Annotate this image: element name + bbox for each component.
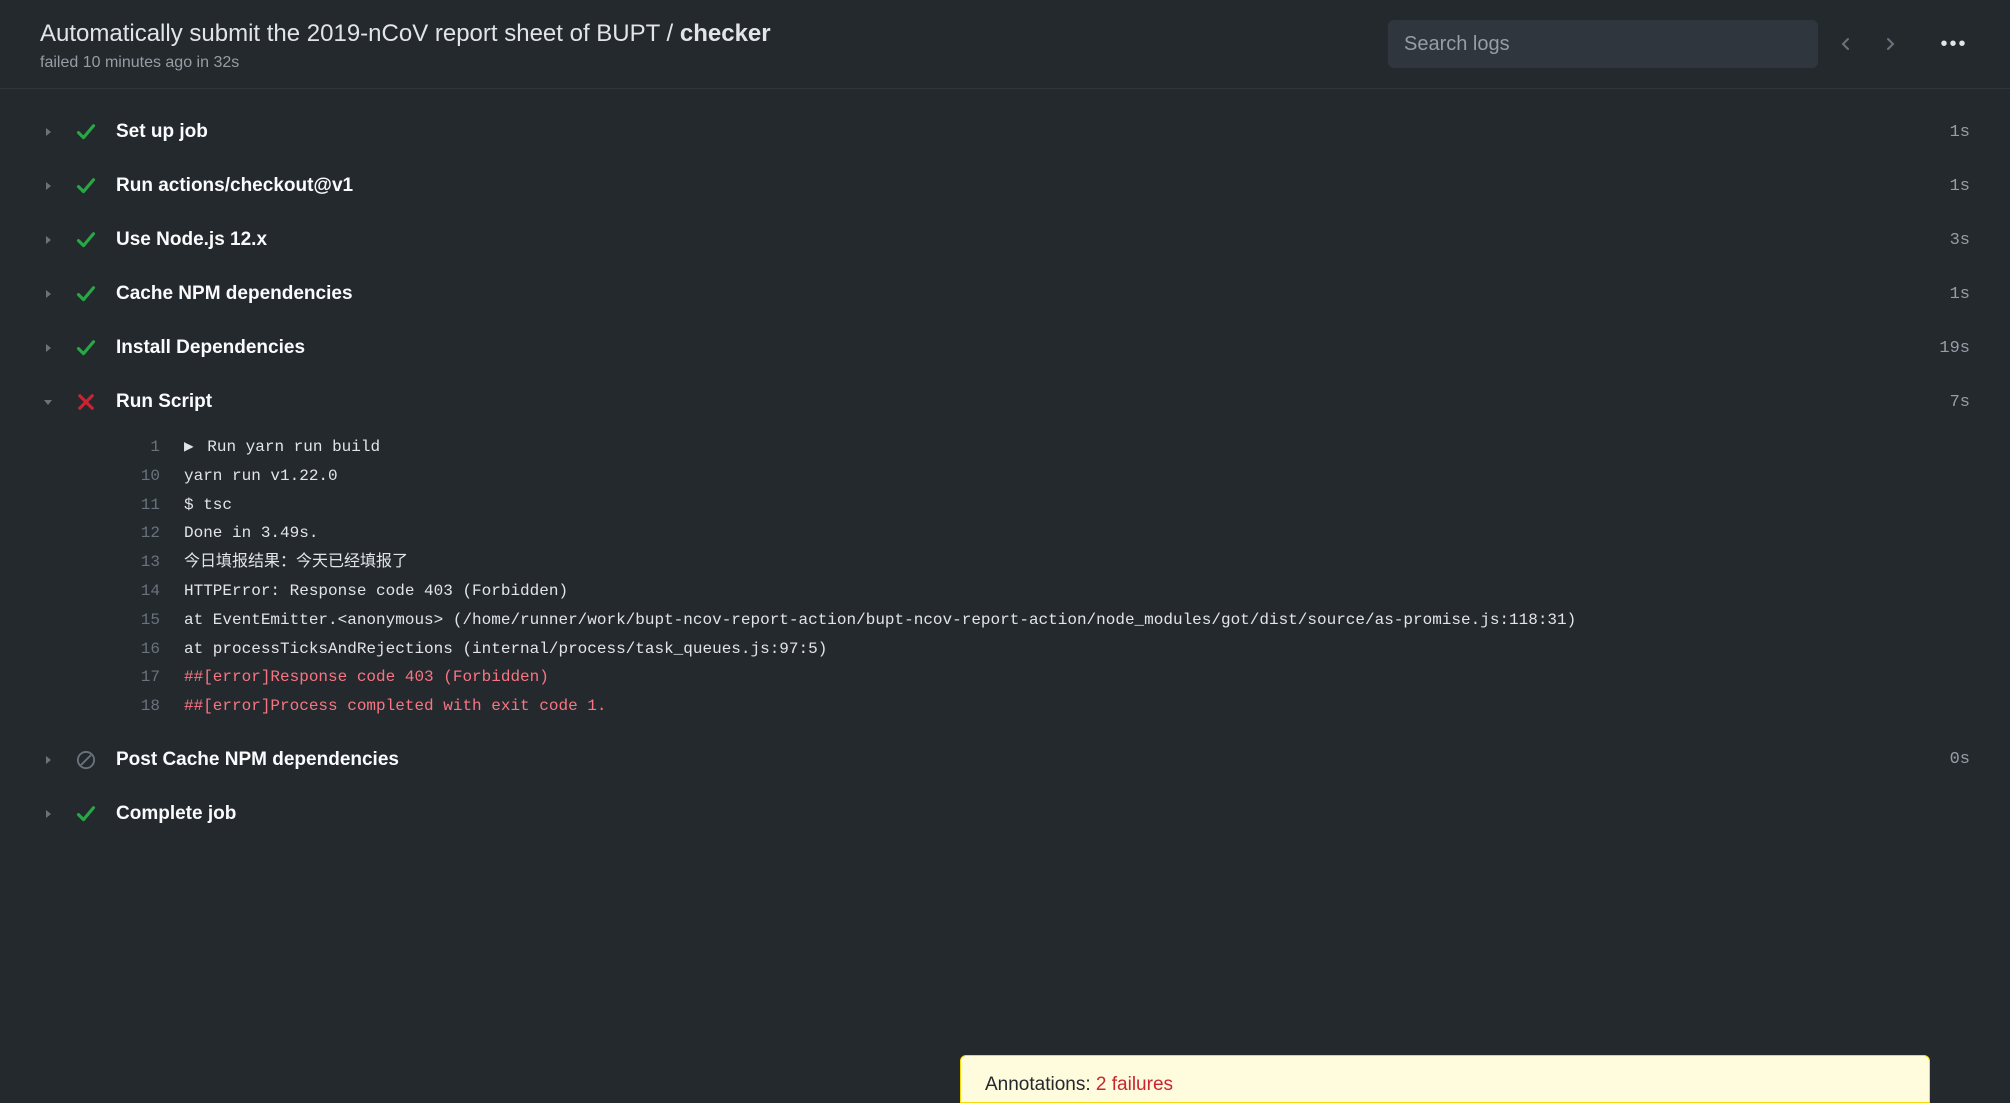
log-line-content: Done in 3.49s. xyxy=(184,519,1970,548)
step-duration: 1s xyxy=(1950,177,1970,196)
log-line-number: 13 xyxy=(120,548,160,577)
step-name: Run actions/checkout@v1 xyxy=(116,175,1950,197)
step-row[interactable]: Run Script7s xyxy=(40,375,1970,429)
check-icon xyxy=(76,284,96,304)
chevron-right-icon[interactable] xyxy=(40,232,56,248)
log-line-number: 14 xyxy=(120,577,160,606)
step-row[interactable]: Install Dependencies19s xyxy=(40,321,1970,375)
check-icon xyxy=(76,230,96,250)
log-line-number: 16 xyxy=(120,635,160,664)
chevron-left-icon xyxy=(1838,36,1854,52)
log-line: 16 at processTicksAndRejections (interna… xyxy=(120,635,1970,664)
step-row[interactable]: Cache NPM dependencies1s xyxy=(40,267,1970,321)
step-row[interactable]: Post Cache NPM dependencies0s xyxy=(40,733,1970,787)
log-output: 1▶ Run yarn run build10yarn run v1.22.01… xyxy=(40,429,1970,733)
workflow-header: Automatically submit the 2019-nCoV repor… xyxy=(0,0,2010,89)
log-line-content: ##[error]Response code 403 (Forbidden) xyxy=(184,663,1970,692)
log-line-number: 10 xyxy=(120,462,160,491)
workflow-title-prefix: Automatically submit the 2019-nCoV repor… xyxy=(40,20,680,47)
log-line-number: 15 xyxy=(120,606,160,635)
workflow-subtitle: failed 10 minutes ago in 32s xyxy=(40,54,1388,72)
step-name: Use Node.js 12.x xyxy=(116,229,1950,251)
step-row[interactable]: Complete job xyxy=(40,787,1970,841)
group-collapsed-icon[interactable]: ▶ xyxy=(184,433,194,462)
log-line-content: yarn run v1.22.0 xyxy=(184,462,1970,491)
check-icon xyxy=(76,122,96,142)
log-line: 10 yarn run v1.22.0 xyxy=(120,462,1970,491)
log-line: 15 at EventEmitter.<anonymous> (/home/ru… xyxy=(120,606,1970,635)
steps-list: Set up job1sRun actions/checkout@v11sUse… xyxy=(0,89,2010,841)
log-line-content: 今日填报结果：今天已经填报了 xyxy=(184,548,1970,577)
step-row[interactable]: Run actions/checkout@v11s xyxy=(40,159,1970,213)
skipped-icon xyxy=(76,750,96,770)
check-icon xyxy=(76,804,96,824)
log-line-number: 12 xyxy=(120,519,160,548)
log-line: 17 ##[error]Response code 403 (Forbidden) xyxy=(120,663,1970,692)
log-line-content: HTTPError: Response code 403 (Forbidden) xyxy=(184,577,1970,606)
chevron-right-icon[interactable] xyxy=(40,124,56,140)
log-line: 14 HTTPError: Response code 403 (Forbidde… xyxy=(120,577,1970,606)
step-name: Post Cache NPM dependencies xyxy=(116,749,1950,771)
chevron-right-icon xyxy=(1882,36,1898,52)
chevron-right-icon[interactable] xyxy=(40,806,56,822)
step-row[interactable]: Use Node.js 12.x3s xyxy=(40,213,1970,267)
log-line-number: 1 xyxy=(120,433,160,462)
chevron-down-icon[interactable] xyxy=(40,394,56,410)
log-line-content: ##[error]Process completed with exit cod… xyxy=(184,692,1970,721)
log-line-content: ▶ Run yarn run build xyxy=(184,433,1970,462)
log-line-number: 17 xyxy=(120,663,160,692)
workflow-job-name: checker xyxy=(680,20,771,47)
search-logs-input[interactable] xyxy=(1388,20,1818,68)
chevron-right-icon[interactable] xyxy=(40,178,56,194)
chevron-right-icon[interactable] xyxy=(40,286,56,302)
log-line-content: at processTicksAndRejections (internal/p… xyxy=(184,635,1970,664)
step-duration: 1s xyxy=(1950,123,1970,142)
check-icon xyxy=(76,338,96,358)
more-options-button[interactable]: ••• xyxy=(1938,28,1970,60)
step-duration: 7s xyxy=(1950,393,1970,412)
step-name: Complete job xyxy=(116,803,1970,825)
log-line: 1 ▶ Run yarn run build xyxy=(120,433,1970,462)
workflow-title: Automatically submit the 2019-nCoV repor… xyxy=(40,20,1388,48)
log-line-content: at EventEmitter.<anonymous> (/home/runne… xyxy=(184,606,1970,635)
step-duration: 1s xyxy=(1950,285,1970,304)
step-name: Run Script xyxy=(116,391,1950,413)
log-line-number: 18 xyxy=(120,692,160,721)
chevron-right-icon[interactable] xyxy=(40,340,56,356)
header-right: ••• xyxy=(1388,20,1970,68)
header-left: Automatically submit the 2019-nCoV repor… xyxy=(40,20,1388,72)
log-line: 12 Done in 3.49s. xyxy=(120,519,1970,548)
log-line-number: 11 xyxy=(120,491,160,520)
prev-result-button[interactable] xyxy=(1830,28,1862,60)
chevron-right-icon[interactable] xyxy=(40,752,56,768)
x-icon xyxy=(76,392,96,412)
log-line: 11 $ tsc xyxy=(120,491,1970,520)
log-line: 13 今日填报结果：今天已经填报了 xyxy=(120,548,1970,577)
annotations-banner[interactable]: Annotations: 2 failures xyxy=(960,1055,1930,1103)
step-duration: 19s xyxy=(1939,339,1970,358)
log-line-content: $ tsc xyxy=(184,491,1970,520)
step-name: Set up job xyxy=(116,121,1950,143)
annotations-label: Annotations: xyxy=(985,1074,1096,1095)
next-result-button[interactable] xyxy=(1874,28,1906,60)
step-name: Install Dependencies xyxy=(116,337,1939,359)
step-duration: 3s xyxy=(1950,231,1970,250)
step-duration: 0s xyxy=(1950,750,1970,769)
step-row[interactable]: Set up job1s xyxy=(40,105,1970,159)
step-name: Cache NPM dependencies xyxy=(116,283,1950,305)
log-line: 18 ##[error]Process completed with exit c… xyxy=(120,692,1970,721)
annotations-failures: 2 failures xyxy=(1096,1074,1173,1095)
check-icon xyxy=(76,176,96,196)
